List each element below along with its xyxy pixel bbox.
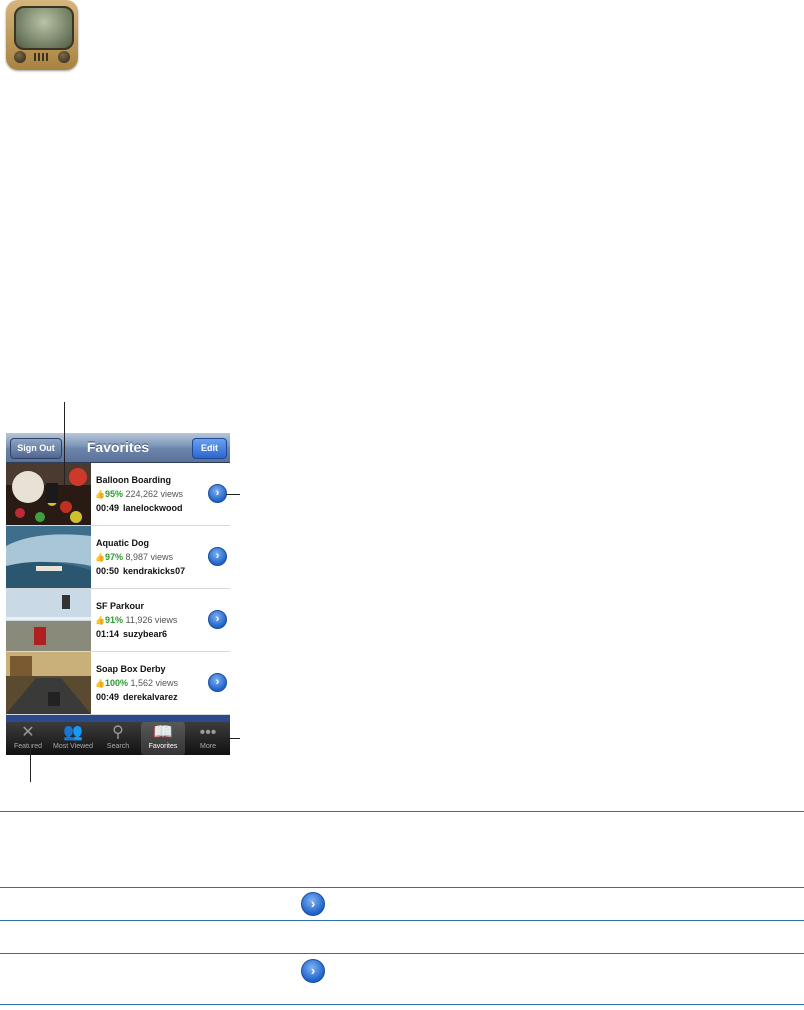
callout-line-video bbox=[64, 402, 65, 486]
table-rule bbox=[0, 920, 804, 921]
thumbs-up-icon: 👍 bbox=[95, 553, 105, 562]
video-duration: 01:14 bbox=[96, 629, 120, 639]
detail-disclosure-icon: › bbox=[301, 959, 325, 983]
video-views: 1,562 views bbox=[130, 678, 179, 688]
tab-most-viewed[interactable]: 👥 Most Viewed bbox=[51, 722, 95, 755]
video-thumbnail bbox=[6, 652, 91, 714]
callout-line-more bbox=[222, 738, 240, 739]
callout-line-disclosure bbox=[226, 494, 240, 495]
video-row[interactable]: Soap Box Derby 👍100% 1,562 views 00:49 de… bbox=[6, 652, 230, 715]
thumbs-up-icon: 👍 bbox=[95, 679, 105, 688]
youtube-app-icon bbox=[6, 0, 78, 70]
navigation-bar: Sign Out Favorites Edit bbox=[6, 433, 230, 463]
table-rule bbox=[0, 1004, 804, 1005]
tab-search[interactable]: ⚲ Search bbox=[96, 722, 140, 755]
video-meta: 00:49 lanelockwood bbox=[96, 503, 187, 513]
detail-disclosure-button[interactable]: › bbox=[208, 673, 227, 692]
thumbs-up-icon: 👍 bbox=[95, 490, 105, 499]
more-icon: ••• bbox=[199, 724, 217, 741]
table-rule bbox=[0, 953, 804, 954]
video-meta: 00:49 derekalvarez bbox=[96, 692, 182, 702]
video-title: Balloon Boarding bbox=[96, 475, 171, 485]
video-rating: 91% bbox=[104, 615, 123, 625]
video-views: 11,926 views bbox=[125, 615, 178, 625]
video-stats: 👍95% 224,262 views bbox=[95, 489, 183, 499]
video-rating: 95% bbox=[104, 489, 123, 499]
video-duration: 00:50 bbox=[96, 566, 120, 576]
video-thumbnail bbox=[6, 463, 91, 525]
video-user: kendrakicks07 bbox=[123, 566, 186, 576]
tab-label: Favorites bbox=[148, 743, 178, 750]
video-duration: 00:49 bbox=[96, 692, 120, 702]
video-row[interactable]: Balloon Boarding 👍95% 224,262 views 00:4… bbox=[6, 463, 230, 526]
video-stats: 👍100% 1,562 views bbox=[95, 678, 178, 688]
detail-disclosure-button[interactable]: › bbox=[208, 484, 227, 503]
video-row[interactable]: Aquatic Dog 👍97% 8,987 views 00:50 kendra… bbox=[6, 526, 230, 589]
tv-speaker-grill bbox=[34, 53, 50, 61]
video-title: Aquatic Dog bbox=[96, 538, 149, 548]
tab-label: Featured bbox=[13, 743, 43, 750]
tab-featured[interactable]: ✕ Featured bbox=[6, 722, 50, 755]
partial-row bbox=[6, 715, 230, 722]
thumbs-up-icon: 👍 bbox=[95, 616, 105, 625]
video-views: 224,262 views bbox=[125, 489, 184, 499]
edit-button[interactable]: Edit bbox=[192, 438, 227, 459]
table-rule bbox=[0, 887, 804, 888]
tab-label: Search bbox=[106, 743, 130, 750]
video-user: suzybear6 bbox=[123, 629, 168, 639]
detail-disclosure-button[interactable]: › bbox=[208, 547, 227, 566]
video-title: SF Parkour bbox=[96, 601, 145, 611]
tab-favorites[interactable]: 📖 Favorites bbox=[141, 722, 185, 755]
phone-screen: Sign Out Favorites Edit Balloon Boarding… bbox=[6, 433, 230, 755]
tab-bar: ✕ Featured 👥 Most Viewed ⚲ Search 📖 Favo… bbox=[6, 722, 230, 755]
video-thumbnail bbox=[6, 526, 91, 588]
table-rule bbox=[0, 811, 804, 812]
search-icon: ⚲ bbox=[112, 724, 124, 741]
video-stats: 👍91% 11,926 views bbox=[95, 615, 177, 625]
video-thumbnail bbox=[6, 589, 91, 651]
tv-knob-left bbox=[14, 51, 26, 63]
video-user: lanelockwood bbox=[123, 503, 183, 513]
detail-disclosure-button[interactable]: › bbox=[208, 610, 227, 629]
video-duration: 00:49 bbox=[96, 503, 120, 513]
video-title: Soap Box Derby bbox=[96, 664, 166, 674]
callout-line-featured bbox=[30, 742, 31, 782]
tab-label: More bbox=[200, 743, 216, 750]
tab-label: Most Viewed bbox=[53, 743, 93, 750]
tv-knob-right bbox=[58, 51, 70, 63]
sign-out-button[interactable]: Sign Out bbox=[10, 438, 62, 459]
video-list: Balloon Boarding 👍95% 224,262 views 00:4… bbox=[6, 463, 230, 722]
video-meta: 01:14 suzybear6 bbox=[96, 629, 171, 639]
video-user: derekalvarez bbox=[123, 692, 178, 702]
video-stats: 👍97% 8,987 views bbox=[95, 552, 173, 562]
tv-screen bbox=[14, 6, 74, 50]
video-row[interactable]: SF Parkour 👍91% 11,926 views 01:14 suzybe… bbox=[6, 589, 230, 652]
video-rating: 97% bbox=[104, 552, 123, 562]
video-views: 8,987 views bbox=[125, 552, 174, 562]
video-rating: 100% bbox=[104, 678, 128, 688]
detail-disclosure-icon: › bbox=[301, 892, 325, 916]
video-meta: 00:50 kendrakicks07 bbox=[96, 566, 189, 576]
favorites-icon: 📖 bbox=[153, 724, 173, 741]
nav-title: Favorites bbox=[86, 439, 150, 455]
featured-icon: ✕ bbox=[21, 724, 35, 741]
most-viewed-icon: 👥 bbox=[63, 724, 83, 741]
